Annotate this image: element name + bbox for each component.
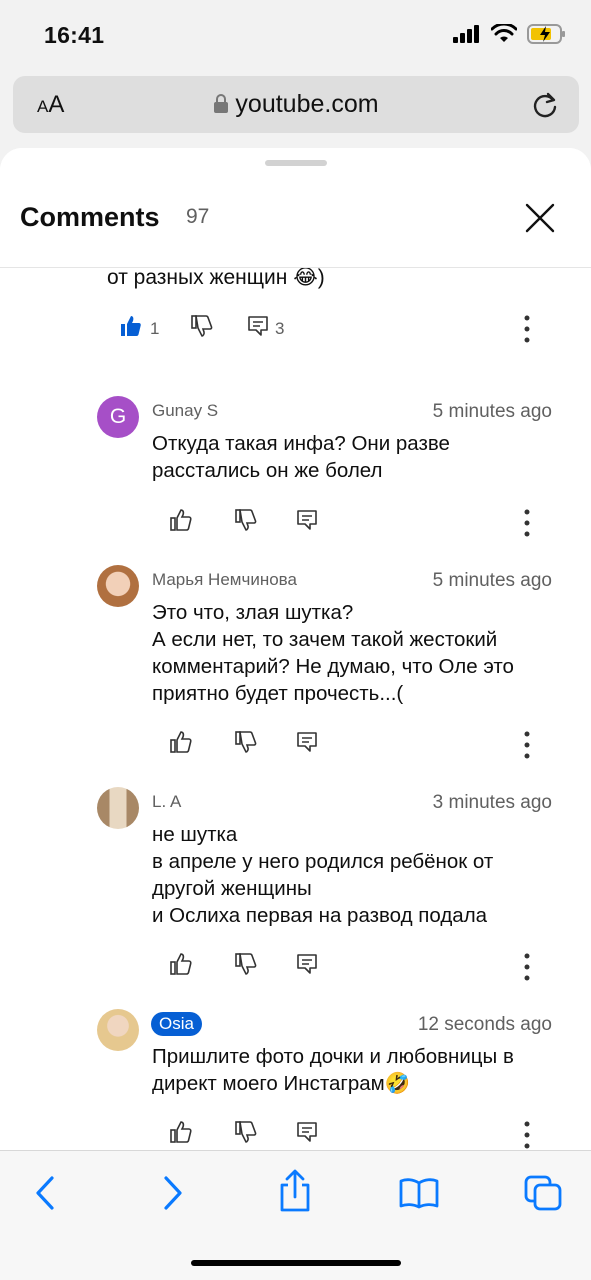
comment-actions: [0, 953, 591, 983]
dislike-icon[interactable]: [235, 731, 257, 753]
comment-time: 5 minutes ago: [432, 401, 552, 422]
comment-actions: [0, 509, 591, 539]
dislike-icon[interactable]: [191, 315, 213, 337]
bookmarks-icon[interactable]: [399, 1177, 439, 1209]
comment-time: 3 minutes ago: [432, 792, 552, 813]
comment-author[interactable]: Марья Немчинова: [152, 570, 297, 590]
avatar[interactable]: [97, 787, 139, 829]
like-icon[interactable]: [170, 953, 192, 975]
reply-icon[interactable]: [296, 509, 318, 531]
status-icons: [453, 24, 567, 44]
like-icon[interactable]: [170, 1121, 192, 1143]
more-options-icon[interactable]: [523, 315, 531, 343]
reload-icon[interactable]: [531, 90, 559, 120]
comment-text: Это что, злая шутка? А если нет, то заче…: [152, 601, 514, 705]
reply-icon[interactable]: [247, 315, 269, 337]
comment-time: 5 minutes ago: [432, 570, 552, 591]
tabs-icon[interactable]: [524, 1175, 562, 1211]
like-icon[interactable]: [170, 509, 192, 531]
cellular-signal-icon: [453, 25, 479, 43]
status-time: 16:41: [44, 22, 105, 48]
dislike-icon[interactable]: [235, 1121, 257, 1143]
comment-actions: [0, 731, 591, 761]
address-bar[interactable]: AA youtube.com: [13, 76, 579, 133]
comment-author[interactable]: L. A: [152, 792, 181, 812]
comment-actions: [0, 1121, 591, 1150]
reply-icon[interactable]: [296, 1121, 318, 1143]
close-icon[interactable]: [520, 198, 560, 238]
comment-text: Откуда такая инфа? Они разве расстались …: [152, 432, 450, 482]
reply-icon[interactable]: [296, 953, 318, 975]
share-icon[interactable]: [278, 1169, 312, 1213]
channel-owner-badge[interactable]: Osia: [151, 1012, 202, 1036]
reply-count: 3: [275, 319, 285, 338]
reply-icon[interactable]: [296, 731, 318, 753]
like-count: 1: [150, 319, 160, 338]
more-options-icon[interactable]: [523, 731, 531, 759]
back-icon[interactable]: [34, 1175, 56, 1211]
comments-count: 97: [186, 205, 210, 228]
avatar[interactable]: G: [97, 396, 139, 438]
drag-handle[interactable]: [265, 160, 327, 166]
dislike-icon[interactable]: [235, 953, 257, 975]
url-host[interactable]: youtube.com: [13, 90, 579, 119]
avatar[interactable]: [97, 1009, 139, 1051]
comments-header: Comments 97: [0, 148, 591, 268]
like-icon[interactable]: [170, 731, 192, 753]
comments-sheet: Comments 97 от разных женщин 😂) 1 3 G Gu…: [0, 148, 591, 1150]
wifi-icon: [491, 24, 517, 42]
like-filled-icon[interactable]: [120, 315, 142, 337]
battery-charging-icon: [527, 24, 565, 44]
comment-actions: 1 3: [0, 315, 591, 345]
home-indicator[interactable]: [191, 1260, 401, 1266]
dislike-icon[interactable]: [235, 509, 257, 531]
more-options-icon[interactable]: [523, 509, 531, 537]
more-options-icon[interactable]: [523, 1121, 531, 1149]
comment-text: Пришлите фото дочки и любовницы в директ…: [152, 1045, 514, 1095]
forward-icon[interactable]: [162, 1175, 184, 1211]
more-options-icon[interactable]: [523, 953, 531, 981]
comment-text: не шутка в апреле у него родился ребёнок…: [152, 823, 494, 927]
lock-icon: [214, 94, 229, 113]
comment-author[interactable]: Gunay S: [152, 401, 218, 421]
comment-time: 12 seconds ago: [417, 1014, 552, 1035]
status-bar: 16:41: [0, 0, 591, 70]
comments-title: Comments: [20, 202, 160, 232]
avatar[interactable]: [97, 565, 139, 607]
comment-text-partial: от разных женщин 😂): [107, 266, 325, 289]
